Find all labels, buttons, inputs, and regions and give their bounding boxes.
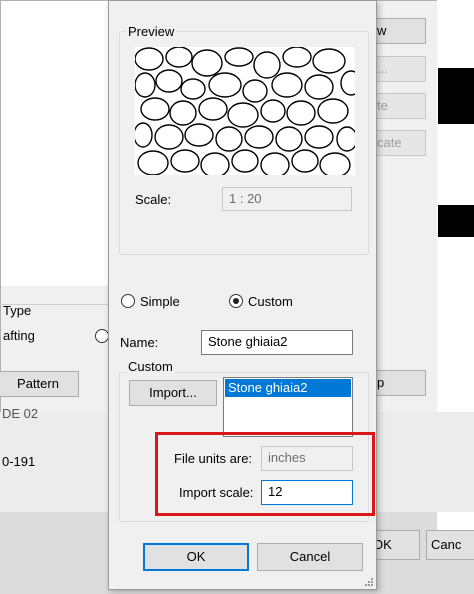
custom-radio[interactable] (229, 294, 243, 308)
pattern-preview (133, 46, 362, 178)
name-label: Name: (120, 335, 159, 350)
background-ok-button[interactable]: OK (370, 530, 420, 560)
background-row-2: 0-191 (2, 454, 36, 469)
custom-radio-label[interactable]: Custom (248, 294, 293, 309)
background-pattern-button[interactable]: Pattern (0, 371, 79, 397)
simple-radio-label[interactable]: Simple (140, 294, 180, 309)
custom-group-title: Custom (126, 359, 175, 374)
list-item[interactable]: Stone ghiaia2 (225, 379, 351, 397)
cancel-button[interactable]: Cancel (257, 543, 363, 571)
preview-group-title: Preview (126, 24, 177, 39)
resize-grip-icon[interactable] (364, 577, 374, 587)
background-drafting-label: afting (3, 328, 35, 343)
custom-pattern-list[interactable]: Stone ghiaia2 (223, 377, 353, 437)
simple-radio[interactable] (121, 294, 135, 308)
background-cancel-button[interactable]: Canc (426, 530, 474, 560)
scale-field: 1 : 20 (222, 187, 352, 211)
background-button-3[interactable]: te (374, 93, 426, 119)
background-button-label: cate (377, 135, 402, 150)
import-button[interactable]: Import... (129, 380, 217, 406)
background-black-bar (438, 205, 474, 237)
background-cancel-label: Canc (431, 537, 462, 552)
ok-button[interactable]: OK (143, 543, 249, 571)
scale-label: Scale: (135, 192, 172, 207)
background-button-4[interactable]: cate (374, 130, 426, 156)
background-button-1[interactable]: w (374, 18, 426, 44)
name-input[interactable]: Stone ghiaia2 (201, 330, 353, 355)
background-button-2[interactable]: ... (374, 56, 426, 82)
background-list-area (1, 1, 113, 286)
background-radio[interactable] (95, 329, 109, 343)
background-black-bar (438, 68, 474, 124)
background-type-label: Type (3, 303, 32, 318)
stone-pattern-graphic (133, 46, 362, 178)
background-button-5[interactable]: p (374, 370, 426, 396)
highlight-box (155, 432, 375, 516)
background-row-1: DE 02 (2, 406, 39, 421)
